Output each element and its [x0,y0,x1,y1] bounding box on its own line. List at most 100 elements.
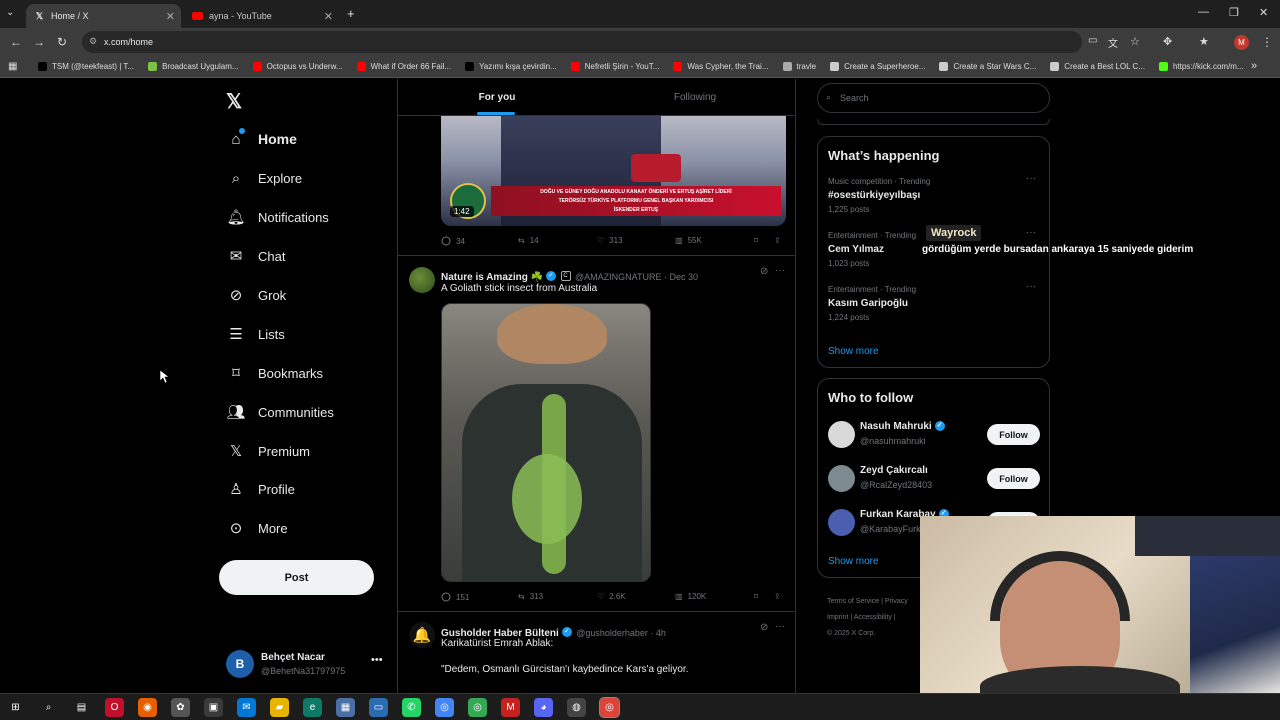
sidebar-item-notifications[interactable]: 🔔︎ Notifications [226,207,328,227]
repost-button[interactable]: ⇆ 313 [518,592,543,601]
mail-app-icon[interactable]: ✉ [237,698,256,717]
trend-more-icon[interactable]: ··· [1026,227,1036,238]
footer-line2[interactable]: Imprint | Accessibility | [827,610,908,626]
tab-following[interactable]: Following [596,79,794,116]
bookmark-item[interactable]: Nefretli Şirin - YouT... [570,62,659,71]
bookmarks-side-icon[interactable]: ★ [1199,35,1209,48]
edge-icon[interactable]: e [303,698,322,717]
grok-icon[interactable]: ⊘ [760,266,768,277]
bookmark-item[interactable]: Create a Star Wars C... [939,62,1036,71]
trend-more-icon[interactable]: ··· [1026,173,1036,184]
post-more-icon[interactable]: ··· [775,265,785,276]
tab-youtube[interactable]: ayna - YouTube ✕ [184,4,339,28]
show-more-link[interactable]: Show more [828,346,879,357]
close-window-icon[interactable]: ✕ [1259,6,1268,19]
tab-search-chevron-icon[interactable]: ⌄ [6,7,14,18]
chrome-icon[interactable]: ◎ [599,697,620,718]
sidebar-item-communities[interactable]: 👥︎ Communities [226,402,333,422]
trend-more-icon[interactable]: ··· [1026,281,1036,292]
bookmark-item[interactable]: Broadcast Uygulam... [148,62,239,71]
sidebar-item-explore[interactable]: ⌕ Explore [226,168,302,188]
minimize-icon[interactable]: — [1198,6,1209,18]
sidebar-item-home[interactable]: ⌂ Home [226,129,296,149]
video-player[interactable]: DOĞU VE GÜNEY DOĞU ANADOLU KANAAT ÖNDERİ… [441,116,786,226]
like-button[interactable]: ♡ 2.6K [597,592,626,601]
sidebar-item-chat[interactable]: ✉ Chat [226,246,286,266]
footer-line1[interactable]: Terms of Service | Privacy [827,594,908,610]
bookmark-item[interactable]: Create a Best LOL C... [1050,62,1145,71]
post-more-icon[interactable]: ··· [775,621,785,632]
profile-avatar[interactable]: M [1234,35,1249,50]
bookmark-item[interactable]: Octopus vs Underw... [252,62,343,71]
translate-icon[interactable]: 文 [1108,35,1118,50]
views-button[interactable]: ▥ 120K [675,592,706,601]
like-button[interactable]: ♡ 313 [597,236,623,245]
extensions-icon[interactable]: ✥ [1163,35,1172,48]
forward-icon[interactable]: → [33,35,45,49]
reply-button[interactable]: 151 [441,592,469,602]
sidebar-item-lists[interactable]: ☰ Lists [226,324,284,344]
bookmark-item[interactable]: https://kick.com/m... [1158,62,1244,71]
gmail-icon[interactable]: M [501,698,520,717]
sidebar-item-more[interactable]: ⊙ More [226,518,288,538]
star-icon[interactable]: ☆ [1130,35,1140,48]
tab-for-you[interactable]: For you [398,79,596,116]
x-logo-icon[interactable]: 𝕏 [226,89,242,114]
obs-icon[interactable]: ◍ [567,698,586,717]
chrome-icon[interactable]: ◎ [468,698,487,717]
menu-kebab-icon[interactable]: ⋮ [1261,35,1273,49]
grok-icon[interactable]: ⊘ [760,622,768,633]
url-input[interactable]: ⚙ x.com/home [82,31,1082,53]
bookmark-item[interactable]: Yazımı kışa çevirdin... [465,62,557,71]
author-handle[interactable]: @gusholderhaber · 4h [576,628,666,638]
avatar[interactable] [409,267,435,293]
discord-icon[interactable]: ◕ [534,698,553,717]
app-icon[interactable]: ✿ [171,698,190,717]
bookmark-item[interactable]: TSM (@teekfeast) | T... [38,62,134,71]
sidebar-item-bookmarks[interactable]: ⌑ Bookmarks [226,363,323,383]
reload-icon[interactable]: ↻ [57,35,67,49]
site-info-icon[interactable]: ⚙ [89,36,97,47]
bookmark-item[interactable]: Create a Superheroe... [830,62,925,71]
more-bookmarks-icon[interactable]: » [1251,60,1257,72]
views-button[interactable]: ▥ 55K [675,236,702,245]
file-explorer-icon[interactable]: ▰ [270,698,289,717]
search-input[interactable]: ⌕ Search [817,83,1050,113]
bookmark-item[interactable]: travle [782,62,816,71]
apps-grid-icon[interactable]: ▦ [8,61,17,72]
app-icon[interactable]: ▦ [336,698,355,717]
bookmark-item[interactable]: What if Order 66 Fail... [356,62,451,71]
show-more-link[interactable]: Show more [828,556,879,567]
sidebar-item-grok[interactable]: ⊘ Grok [226,285,286,305]
follow-button[interactable]: Follow [987,424,1040,445]
back-icon[interactable]: ← [10,35,22,49]
author-handle[interactable]: @AMAZINGNATURE · Dec 30 [575,272,698,282]
repost-button[interactable]: ⇆ 14 [518,236,539,245]
task-view-icon[interactable]: ▤ [72,698,91,717]
trend-item[interactable]: Entertainment · Trending Kasım Garipoğlu 1… [828,281,1043,335]
follow-suggestion[interactable]: Zeyd Çakırcalı @RcalZeyd28403 Follow [828,463,1043,499]
bookmark-icon[interactable]: ⌑ [754,592,758,601]
tab-home-x[interactable]: 𝕏 Home / X ✕ [26,4,181,28]
author-name[interactable]: Nature is Amazing ☘️ [441,272,543,283]
share-icon[interactable]: ⇪ [774,592,781,601]
reply-button[interactable]: 34 [441,236,465,246]
bell-avatar-icon[interactable]: 🔔 [409,622,435,648]
whatsapp-icon[interactable]: ✆ [402,698,421,717]
new-tab-icon[interactable]: + [347,6,355,21]
opera-icon[interactable]: O [105,698,124,717]
cast-icon[interactable]: ▭ [1088,35,1097,46]
post-image-stick-insect[interactable] [441,303,651,582]
trend-item[interactable]: Music competition · Trending #osestürkiye… [828,173,1043,227]
follow-button[interactable]: Follow [987,468,1040,489]
post-button[interactable]: Post [219,560,374,595]
chrome-icon[interactable]: ◎ [435,698,454,717]
share-icon[interactable]: ⇪ [774,236,781,245]
restore-icon[interactable]: ❐ [1229,6,1239,19]
app-icon[interactable]: ▭ [369,698,388,717]
account-switcher[interactable]: B Behçet Nacar @BehetNa31797975 ••• [226,650,396,682]
bookmark-item[interactable]: Was Cypher, the Trai... [673,62,769,71]
bookmark-icon[interactable]: ⌑ [754,236,758,245]
firefox-icon[interactable]: ◉ [138,698,157,717]
windows-start-icon[interactable]: ⊞ [6,698,25,717]
